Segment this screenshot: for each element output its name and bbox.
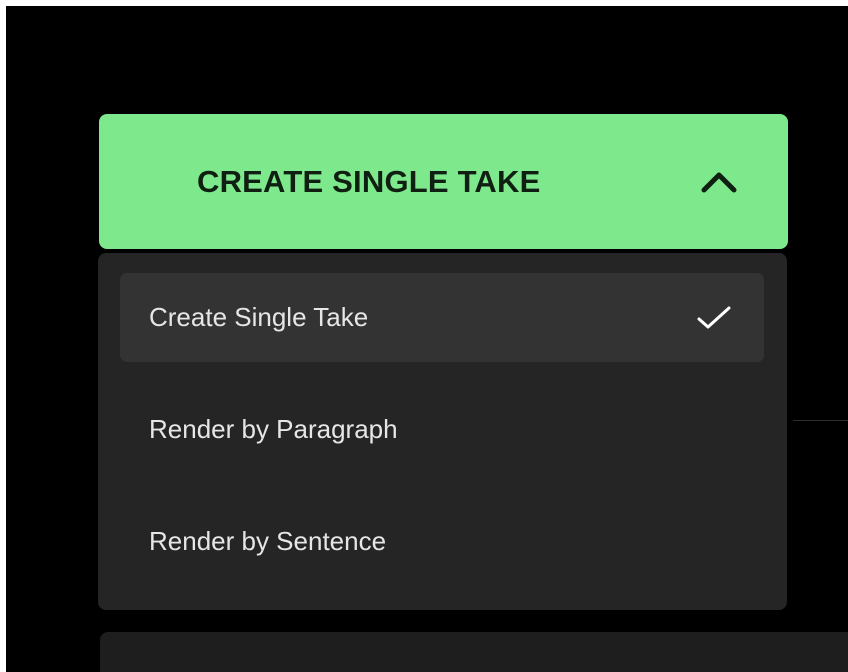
- app-frame: CREATE SINGLE TAKE Create Single Take Re…: [6, 6, 848, 672]
- checkmark-icon: [697, 306, 731, 329]
- menu-item-render-by-sentence[interactable]: Render by Sentence: [120, 497, 764, 586]
- menu-item-label: Create Single Take: [149, 302, 369, 332]
- menu-item-create-single-take[interactable]: Create Single Take: [120, 273, 764, 362]
- bottom-panel: [100, 632, 848, 672]
- render-mode-dropdown-button[interactable]: CREATE SINGLE TAKE: [99, 114, 788, 249]
- menu-item-label: Render by Paragraph: [149, 414, 398, 444]
- menu-item-label: Render by Sentence: [149, 526, 387, 556]
- menu-item-render-by-paragraph[interactable]: Render by Paragraph: [120, 385, 764, 474]
- dropdown-menu: Create Single Take Render by Paragraph R…: [98, 253, 787, 610]
- divider-line: [793, 420, 848, 421]
- dropdown-button-label: CREATE SINGLE TAKE: [197, 164, 541, 199]
- chevron-up-icon: [701, 172, 737, 193]
